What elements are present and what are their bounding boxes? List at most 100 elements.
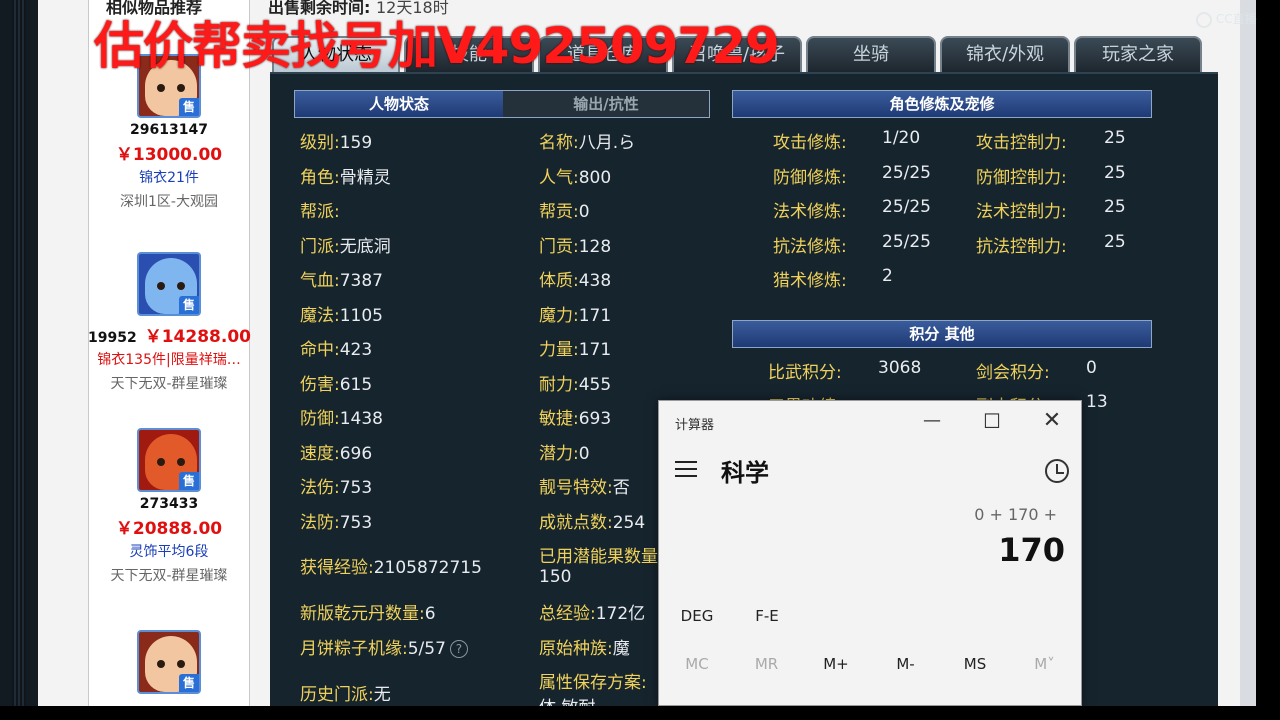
extra-row: 已用潜能果数量 150: [539, 542, 658, 587]
stat-row-label: 魔力:: [539, 305, 579, 326]
rec-tag[interactable]: 灵饰平均6段: [88, 541, 250, 561]
stat-row-value: 159: [339, 133, 373, 153]
cultivation-header: 角色修炼及宠修: [732, 90, 1152, 118]
rec-server: 天下无双-群星璀璨: [110, 568, 228, 584]
stat-row-value: 0: [578, 443, 590, 464]
tab-status[interactable]: 人物状态: [295, 91, 503, 117]
extra-value: 2105872715: [373, 558, 482, 578]
close-button[interactable]: ✕: [1029, 405, 1075, 437]
status-section-header: 人物状态 输出/抗性: [294, 90, 710, 118]
calc-btn-deg[interactable]: DEG: [667, 607, 727, 625]
calculator-expression: 0 + 170 +: [974, 505, 1057, 524]
tab-5[interactable]: 坐骑: [806, 36, 936, 72]
rec-item[interactable]: 售 273433 ￥20888.00 灵饰平均6段 天下无双-群星璀璨: [88, 428, 250, 585]
stat-row-label: 名称:: [539, 133, 579, 153]
stat-row-value: 无底洞: [339, 236, 391, 257]
control-value: 25: [1104, 197, 1126, 217]
rec-item[interactable]: 售 19952 ￥14288.00 锦衣135件|限量祥瑞… 天下无双-群星璀璨: [88, 252, 251, 393]
calc-btn-memory[interactable]: MS: [945, 655, 1005, 673]
stat-row-value: 128: [578, 236, 612, 257]
points-label-2: 剑会积分:: [976, 363, 1050, 383]
stat-row-value: 438: [578, 271, 612, 291]
rec-item[interactable]: 售: [88, 630, 250, 694]
avatar[interactable]: 售: [137, 630, 201, 694]
tab-6[interactable]: 锦衣/外观: [940, 36, 1070, 72]
rec-tag[interactable]: 锦衣135件|限量祥瑞…: [88, 349, 250, 369]
stat-row-value: 254: [612, 512, 646, 533]
calc-btn-memory[interactable]: MR: [737, 655, 797, 673]
cultivation-row: 攻击修炼:: [773, 128, 847, 153]
stat-row: 伤害:615: [300, 370, 372, 395]
stat-row: 气血:7387: [300, 266, 383, 291]
calc-btn-memory[interactable]: M+: [806, 655, 866, 673]
extra-row: 总经验:172亿: [539, 599, 645, 624]
sell-badge: 售: [179, 296, 199, 314]
cultivation-value: 25/25: [882, 231, 931, 252]
calc-btn-memory[interactable]: MC: [667, 655, 727, 673]
cultivation-value: 25/25: [882, 162, 931, 183]
stat-row: 魔法:1105: [300, 301, 383, 326]
calc-btn-memory[interactable]: M-: [876, 655, 936, 673]
rec-id: 29613147: [130, 122, 208, 138]
stat-row: 角色:骨精灵: [300, 163, 391, 188]
sell-badge: 售: [179, 674, 199, 692]
stat-row: 速度:696: [300, 439, 372, 464]
avatar[interactable]: 售: [137, 252, 201, 316]
stat-row-label: 帮派:: [300, 202, 340, 222]
stat-row: 体质:438: [539, 266, 611, 291]
cultivation-value: 2: [882, 266, 893, 286]
sell-badge: 售: [179, 472, 199, 490]
sell-badge: 售: [179, 98, 199, 116]
calculator-mode: 科学: [721, 459, 769, 487]
stat-row-label: 速度:: [300, 443, 340, 464]
stat-row-label: 耐力:: [539, 374, 579, 395]
cultivation-value: 25/25: [882, 197, 931, 217]
history-icon[interactable]: [1045, 459, 1069, 483]
stat-row-label: 门派:: [300, 236, 340, 257]
stat-row: 靓号特效:否: [539, 473, 630, 498]
stat-row: 力量:171: [539, 335, 611, 360]
calculator-display: 170: [998, 531, 1065, 569]
calculator-title: 计算器: [675, 418, 715, 433]
menu-icon[interactable]: [675, 461, 697, 477]
calculator-titlebar[interactable]: 计算器 — ☐ ✕: [659, 401, 1081, 441]
control-value: 25: [1104, 162, 1126, 183]
stat-row-value: 骨精灵: [339, 167, 391, 188]
tab-7[interactable]: 玩家之家: [1074, 36, 1202, 72]
points-header: 积分 其他: [732, 320, 1152, 348]
avatar[interactable]: 售: [137, 428, 201, 492]
extra-label: 获得经验:: [300, 558, 374, 578]
stat-row-value: 800: [578, 167, 612, 188]
maximize-button[interactable]: ☐: [969, 405, 1015, 437]
stat-row-value: 753: [339, 478, 373, 498]
calc-btn-f-e[interactable]: F-E: [737, 607, 797, 625]
stat-row-value: 693: [578, 409, 612, 429]
stat-row: 帮贡:0: [539, 197, 590, 222]
cultivation-label: 防御修炼:: [773, 167, 847, 188]
control-value: 25: [1104, 128, 1126, 148]
extra-row: 原始种族:魔: [539, 634, 630, 659]
calculator-window: 计算器 — ☐ ✕ 科学 0 + 170 + 170 DEG F-E MC MR M+…: [658, 400, 1082, 706]
rec-price: ￥13000.00: [115, 145, 223, 165]
help-icon[interactable]: ?: [449, 640, 468, 658]
stat-row-label: 魔法:: [300, 305, 340, 326]
stat-row-label: 伤害:: [300, 374, 340, 395]
minimize-button[interactable]: —: [909, 405, 955, 437]
calc-btn-memory[interactable]: M˅: [1015, 655, 1075, 673]
cultivation-row: 抗法修炼:: [773, 232, 847, 257]
control-label: 攻击控制力:: [976, 133, 1067, 153]
tab-output-resist[interactable]: 输出/抗性: [503, 91, 709, 117]
avatar-eyes: [157, 660, 185, 668]
rec-id-price: 19952 ￥14288.00: [88, 322, 251, 347]
stat-row-value: 否: [612, 478, 630, 498]
rec-price: ￥14288.00: [144, 327, 251, 347]
points-value-2: 0: [1086, 358, 1097, 378]
cultivation-label: 攻击修炼:: [773, 133, 847, 153]
stat-row-label: 角色:: [300, 167, 340, 188]
stat-row: 级别:159: [300, 128, 372, 153]
cultivation-row: 猎术修炼:: [773, 266, 847, 291]
avatar-eyes: [157, 84, 185, 92]
rec-tag[interactable]: 锦衣21件: [88, 167, 250, 187]
stat-row-label: 成就点数:: [539, 512, 613, 533]
stat-row-label: 人气:: [539, 167, 579, 188]
